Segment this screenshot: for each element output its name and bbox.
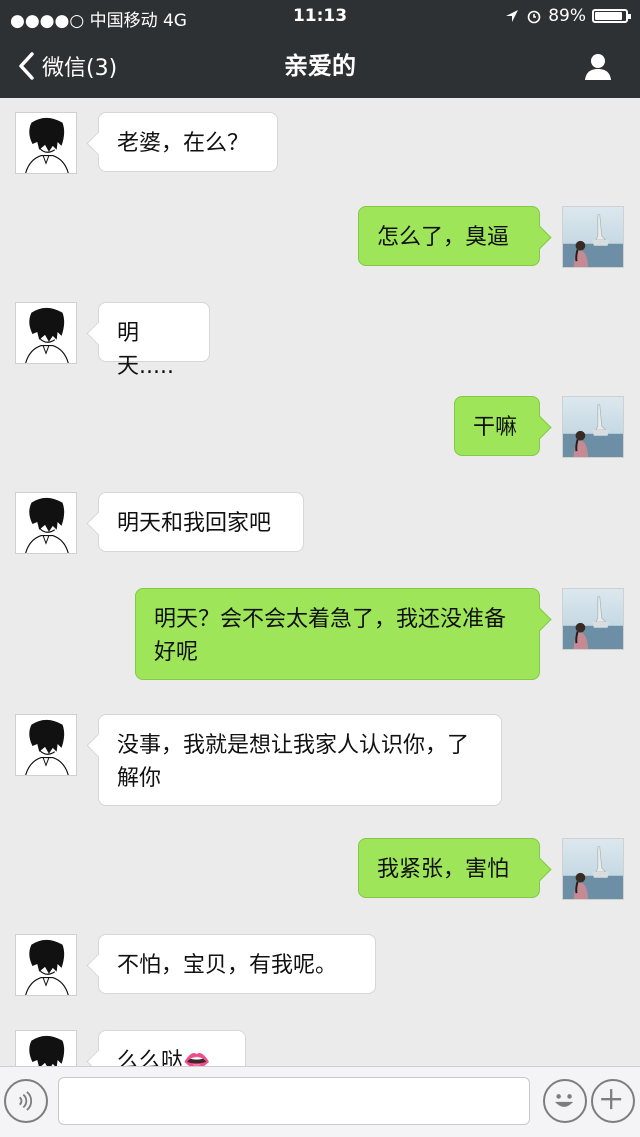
message-row: 老婆，在么？ bbox=[0, 112, 640, 174]
emoji-icon[interactable] bbox=[543, 1079, 587, 1123]
my-avatar[interactable] bbox=[562, 206, 624, 268]
message-row: 我紧张，害怕 bbox=[0, 838, 640, 900]
battery-icon bbox=[592, 9, 631, 23]
contact-avatar[interactable] bbox=[15, 714, 77, 776]
message-text: 怎么了，臭逼 bbox=[377, 225, 510, 250]
contact-avatar[interactable] bbox=[15, 934, 77, 996]
person-icon[interactable] bbox=[582, 50, 614, 82]
message-input[interactable] bbox=[58, 1077, 530, 1125]
add-icon[interactable] bbox=[591, 1079, 635, 1123]
message-text: 不怕，宝贝，有我呢。 bbox=[117, 953, 338, 978]
message-row: 怎么了，臭逼 bbox=[0, 206, 640, 268]
location-icon bbox=[506, 10, 519, 22]
message-row: 么么哒👄 bbox=[0, 1030, 640, 1066]
alarm-icon bbox=[527, 10, 541, 24]
message-row: 明天？会不会太着急了，我还没准备好呢 bbox=[0, 588, 640, 680]
chat-title: 亲爱的 bbox=[284, 52, 356, 80]
message-row: 不怕，宝贝，有我呢。 bbox=[0, 934, 640, 996]
contact-avatar[interactable] bbox=[15, 492, 77, 554]
message-text: 明天..... bbox=[117, 321, 174, 379]
message-text: 老婆，在么？ bbox=[117, 131, 250, 156]
outgoing-message-bubble[interactable]: 明天？会不会太着急了，我还没准备好呢 bbox=[135, 588, 540, 680]
message-row: 没事，我就是想让我家人认识你，了解你 bbox=[0, 714, 640, 806]
contact-avatar[interactable] bbox=[15, 112, 77, 174]
message-text: 么么哒👄 bbox=[117, 1049, 211, 1066]
nav-bar: 微信(3) 亲爱的 bbox=[0, 34, 640, 98]
my-avatar[interactable] bbox=[562, 838, 624, 900]
battery-percent: 89% bbox=[548, 6, 586, 26]
message-text: 明天和我回家吧 bbox=[117, 511, 272, 536]
message-text: 我紧张，害怕 bbox=[377, 857, 510, 882]
incoming-message-bubble[interactable]: 明天和我回家吧 bbox=[98, 492, 304, 552]
message-text: 没事，我就是想让我家人认识你，了解你 bbox=[117, 733, 470, 791]
message-row: 干嘛 bbox=[0, 396, 640, 458]
outgoing-message-bubble[interactable]: 我紧张，害怕 bbox=[358, 838, 540, 898]
my-avatar[interactable] bbox=[562, 588, 624, 650]
my-avatar[interactable] bbox=[562, 396, 624, 458]
message-row: 明天和我回家吧 bbox=[0, 492, 640, 554]
incoming-message-bubble[interactable]: 没事，我就是想让我家人认识你，了解你 bbox=[98, 714, 502, 806]
contact-avatar[interactable] bbox=[15, 302, 77, 364]
incoming-message-bubble[interactable]: 明天..... bbox=[98, 302, 210, 379]
status-right: 89% bbox=[504, 6, 631, 26]
outgoing-message-bubble[interactable]: 干嘛 bbox=[454, 396, 540, 456]
incoming-message-bubble[interactable]: 不怕，宝贝，有我呢。 bbox=[98, 934, 376, 994]
message-text: 明天？会不会太着急了，我还没准备好呢 bbox=[154, 607, 507, 665]
outgoing-message-bubble[interactable]: 怎么了，臭逼 bbox=[358, 206, 540, 266]
message-row: 明天..... bbox=[0, 302, 640, 379]
contact-avatar[interactable] bbox=[15, 1030, 77, 1066]
incoming-message-bubble[interactable]: 老婆，在么？ bbox=[98, 112, 278, 172]
voice-icon[interactable] bbox=[4, 1079, 48, 1123]
input-bar bbox=[0, 1066, 640, 1137]
message-text: 干嘛 bbox=[473, 415, 518, 440]
status-bar: ●●●●○ 中国移动 4G 11:13 89% bbox=[0, 0, 640, 34]
incoming-message-bubble[interactable]: 么么哒👄 bbox=[98, 1030, 246, 1066]
chat-area[interactable]: 老婆，在么？ 怎么了，臭逼明天..... 干嘛明天和我回家吧明天？会不会太着急了，我… bbox=[0, 98, 640, 1066]
